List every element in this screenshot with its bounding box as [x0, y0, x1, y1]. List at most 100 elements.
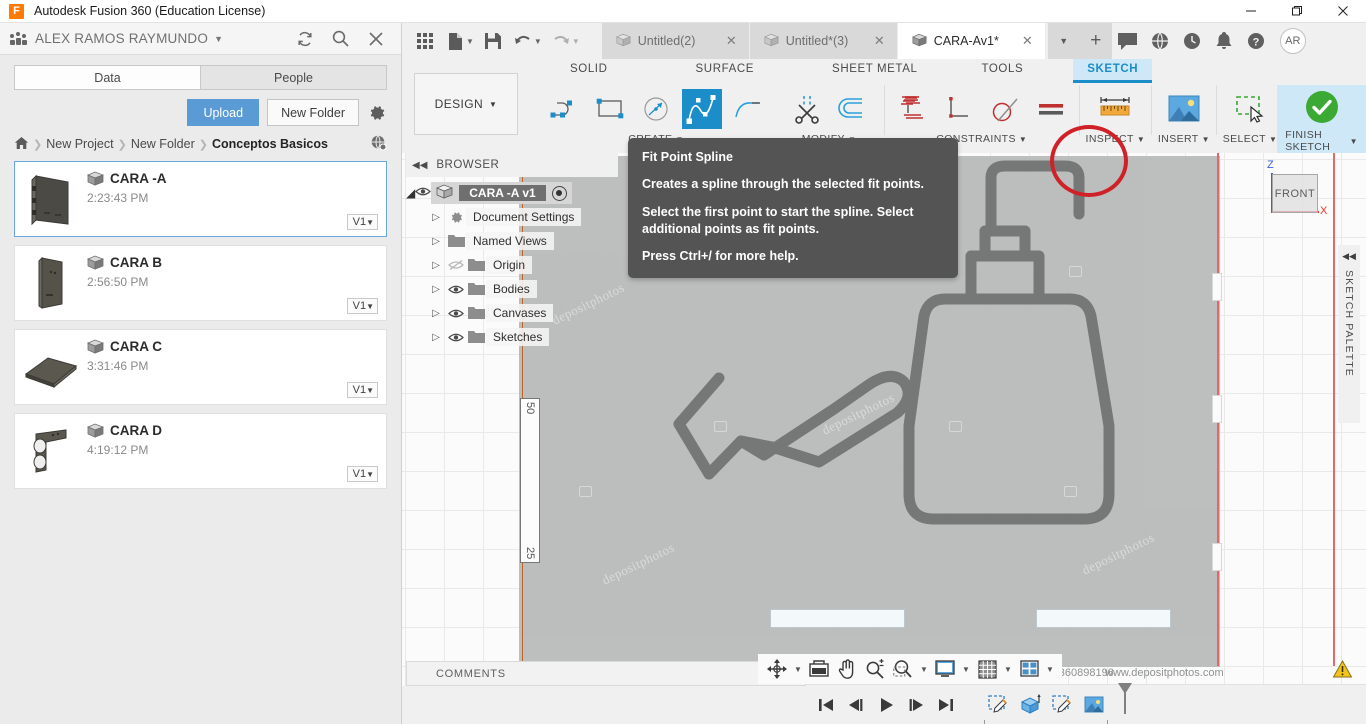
tangent-icon[interactable] — [983, 87, 1027, 131]
file-card-cara-d[interactable]: CARA D 4:19:12 PM V1▼ — [14, 413, 387, 489]
tab-tools[interactable]: TOOLS — [967, 59, 1037, 80]
expand-arrow-icon[interactable]: ▷ — [426, 284, 446, 295]
expand-arrow-icon[interactable]: ▷ — [426, 236, 446, 247]
activate-component-icon[interactable] — [551, 185, 567, 201]
viewports-icon[interactable] — [1016, 656, 1042, 682]
tab-solid[interactable]: SOLID — [556, 59, 622, 80]
play-icon[interactable] — [872, 691, 900, 719]
close-tab-icon[interactable]: ✕ — [716, 33, 737, 49]
chevron-down-icon[interactable]: ▼ — [1019, 135, 1027, 144]
breadcrumb-item-folder[interactable]: New Folder — [131, 137, 195, 151]
refresh-icon[interactable] — [296, 30, 314, 48]
offset-icon[interactable] — [830, 87, 874, 131]
comment-icon[interactable] — [1112, 26, 1144, 56]
chevron-down-icon[interactable]: ▼ — [960, 665, 972, 674]
chevron-down-icon[interactable]: ▼ — [1202, 135, 1210, 144]
browser-root-row[interactable]: ◢ CARA -A v1 — [406, 181, 624, 205]
view-cube[interactable]: Z X FRONT — [1254, 159, 1327, 225]
comments-bar[interactable]: COMMENTS ⦀ — [406, 661, 806, 686]
chevron-down-icon[interactable]: ▼ — [1269, 135, 1277, 144]
line-icon[interactable] — [542, 87, 586, 131]
tab-data[interactable]: Data — [14, 65, 200, 90]
orbit-icon[interactable] — [764, 656, 790, 682]
arc-icon[interactable] — [726, 87, 770, 131]
chevron-down-icon[interactable]: ▼ — [572, 37, 580, 46]
chevron-down-icon[interactable]: ▼ — [466, 37, 474, 46]
sketch-palette[interactable]: ◀◀ SKETCH PALETTE — [1338, 245, 1360, 423]
avatar[interactable]: AR — [1279, 28, 1306, 54]
browser-node-origin[interactable]: ▷ Origin — [406, 253, 624, 277]
expand-arrow-icon[interactable]: ▷ — [426, 308, 446, 319]
file-card-cara-c[interactable]: CARA C 3:31:46 PM V1▼ — [14, 329, 387, 405]
visibility-eye-icon[interactable] — [415, 186, 432, 200]
expand-arrow-icon[interactable]: ▷ — [426, 332, 446, 343]
chevron-down-icon[interactable]: ▼ — [918, 665, 930, 674]
version-selector[interactable]: V1▼ — [346, 382, 378, 398]
breadcrumb-item-current[interactable]: Conceptos Basicos — [212, 137, 328, 151]
collapse-palette-icon[interactable]: ◀◀ — [1342, 251, 1356, 262]
globe-icon[interactable] — [1144, 26, 1176, 56]
expand-arrow-icon[interactable]: ◢ — [406, 186, 415, 200]
visibility-eye-icon[interactable] — [446, 308, 466, 319]
sketch2-feature-icon[interactable] — [1048, 691, 1076, 719]
chevron-down-icon[interactable]: ▼ — [1137, 135, 1145, 144]
chevron-down-icon[interactable]: ▼ — [1002, 665, 1014, 674]
new-tab-button[interactable]: + — [1079, 23, 1112, 59]
measure-icon[interactable] — [1093, 87, 1137, 131]
select-window-icon[interactable] — [1228, 87, 1272, 131]
step-forward-icon[interactable] — [902, 691, 930, 719]
display-settings-icon[interactable] — [806, 656, 832, 682]
fix-constraint-icon[interactable] — [891, 87, 935, 131]
finish-sketch-check-icon[interactable] — [1300, 85, 1344, 129]
zoom-icon[interactable] — [862, 656, 888, 682]
browser-node-named-views[interactable]: ▷ Named Views — [406, 229, 624, 253]
chevron-down-icon[interactable]: ▼ — [214, 34, 223, 44]
chevron-down-icon[interactable]: ▼ — [1044, 665, 1056, 674]
chevron-down-icon[interactable]: ▼ — [534, 37, 542, 46]
close-tab-icon[interactable]: ✕ — [1012, 33, 1033, 49]
browser-node-canvases[interactable]: ▷ Canvases — [406, 301, 624, 325]
upload-button[interactable]: Upload — [187, 99, 260, 126]
version-selector[interactable]: V1▼ — [346, 466, 378, 482]
browser-node-bodies[interactable]: ▷ Bodies — [406, 277, 624, 301]
chevron-down-icon[interactable]: ▼ — [792, 665, 804, 674]
view-cube-face[interactable]: FRONT — [1272, 174, 1318, 213]
chevron-down-icon[interactable]: ▼ — [1350, 137, 1358, 146]
breadcrumb-item-project[interactable]: New Project — [46, 137, 113, 151]
circle-icon[interactable] — [634, 87, 678, 131]
step-back-icon[interactable] — [842, 691, 870, 719]
canvas-feature-icon[interactable] — [1080, 691, 1108, 719]
extrude-feature-icon[interactable] — [1016, 691, 1044, 719]
expand-arrow-icon[interactable]: ▷ — [426, 260, 446, 271]
help-icon[interactable]: ? — [1240, 26, 1272, 56]
save-icon[interactable] — [478, 26, 508, 56]
timeline-marker-icon[interactable] — [1116, 681, 1134, 718]
job-status-icon[interactable] — [1176, 26, 1208, 56]
workspace-selector[interactable]: DESIGN ▼ — [414, 73, 518, 135]
doc-tab-untitled-2[interactable]: Untitled(2) ✕ — [601, 23, 750, 59]
browser-node-document-settings[interactable]: ▷ Document Settings — [406, 205, 624, 229]
browser-node-sketches[interactable]: ▷ Sketches — [406, 325, 624, 349]
tab-surface[interactable]: SURFACE — [682, 59, 769, 80]
sketch-feature-icon[interactable] — [984, 691, 1012, 719]
browser-root-pill[interactable]: CARA -A v1 — [431, 182, 572, 204]
doc-tab-untitled-3[interactable]: Untitled*(3) ✕ — [749, 23, 898, 59]
file-card-cara-b[interactable]: CARA B 2:56:50 PM V1▼ — [14, 245, 387, 321]
display-mode-icon[interactable] — [932, 656, 958, 682]
visibility-eye-icon[interactable] — [446, 332, 466, 343]
fit-point-spline-icon[interactable] — [680, 87, 724, 131]
fit-icon[interactable] — [890, 656, 916, 682]
ribbon-group-finish-sketch[interactable]: FINISH SKETCH ▼ — [1277, 85, 1366, 153]
trim-icon[interactable] — [784, 87, 828, 131]
collapse-browser-icon[interactable]: ◀◀ — [412, 160, 427, 171]
tab-list-dropdown[interactable]: ▼ — [1047, 23, 1080, 59]
version-selector[interactable]: V1▼ — [346, 298, 378, 314]
version-selector[interactable]: V1▼ — [346, 214, 378, 230]
maximize-button[interactable] — [1274, 0, 1320, 23]
rectangle-icon[interactable] — [588, 87, 632, 131]
close-button[interactable] — [1320, 0, 1366, 23]
pan-icon[interactable] — [834, 656, 860, 682]
doc-tab-cara-a[interactable]: CARA-Av1* ✕ — [897, 23, 1046, 59]
home-icon[interactable] — [14, 136, 29, 153]
visibility-eye-off-icon[interactable] — [446, 259, 466, 271]
